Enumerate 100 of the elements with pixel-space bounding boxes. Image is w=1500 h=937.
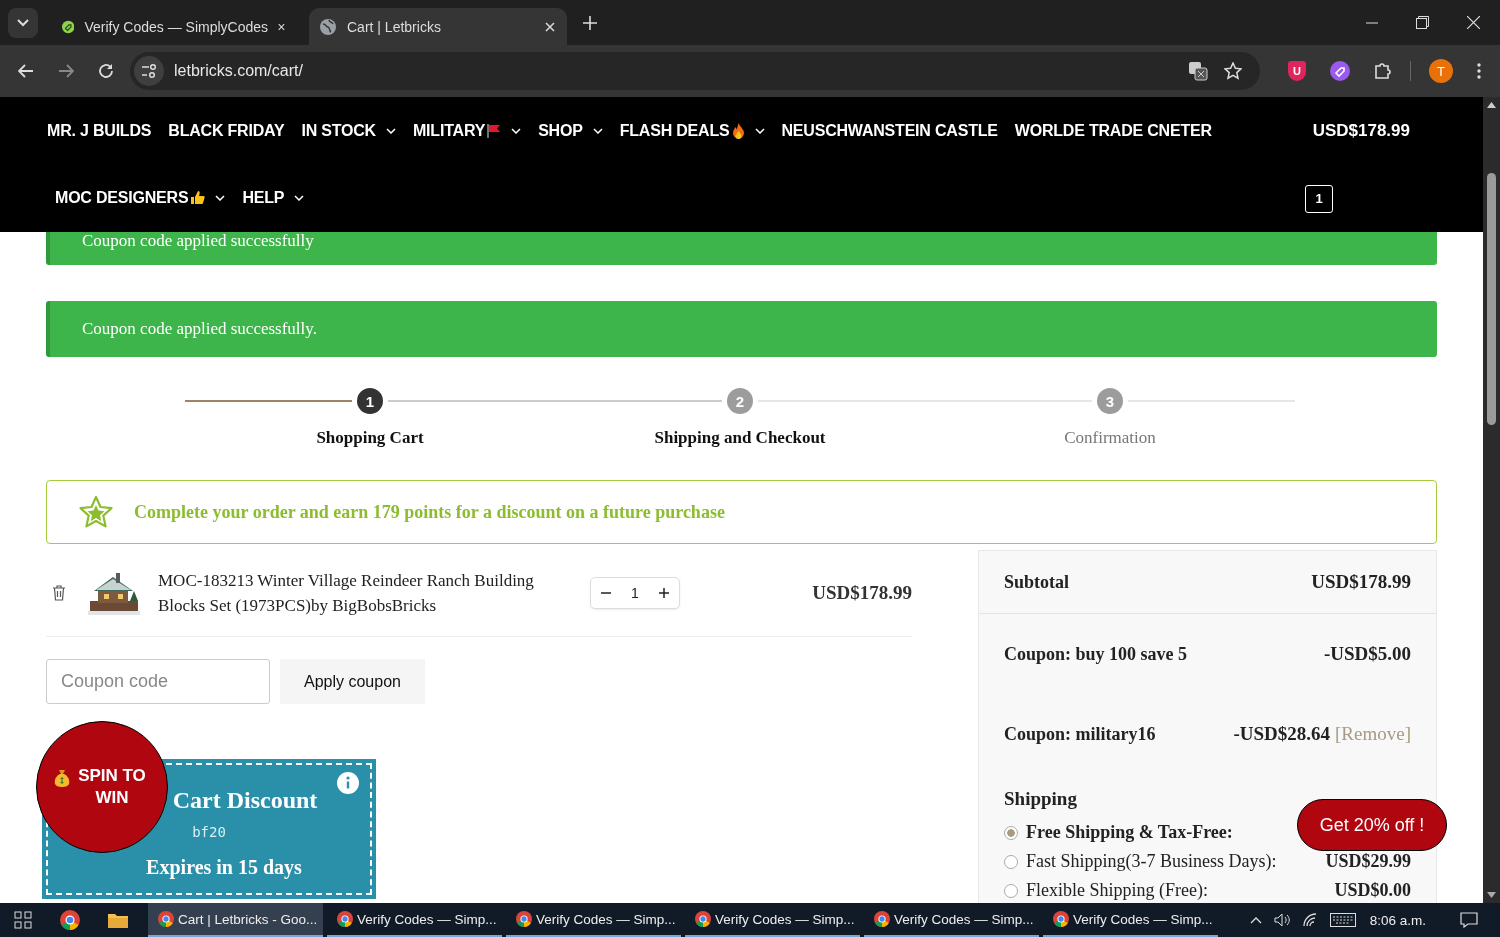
new-tab-icon[interactable] [583,15,597,30]
taskbar-window[interactable]: Verify Codes — Simp... [506,903,681,937]
radio-button[interactable] [1004,883,1018,898]
shipping-option[interactable]: Flexible Shipping (Free): [1026,880,1208,901]
shopping-bag-button[interactable]: 1 [1305,184,1333,213]
step-number: 3 [1097,388,1123,414]
chevron-down-icon[interactable] [592,127,603,134]
chrome-icon [695,911,711,927]
folder-icon[interactable] [108,912,128,928]
tag-extension-icon[interactable] [1330,61,1350,81]
chevron-down-icon[interactable] [754,127,765,134]
money-bag-icon [54,769,70,787]
flame-icon [731,122,745,139]
coupon-amount: -USD$28.64 [1233,723,1330,745]
coupon-label: Coupon: military16 [1004,722,1157,746]
trash-icon[interactable] [52,585,66,601]
keyboard-icon[interactable] [1329,913,1356,927]
chevron-down-icon[interactable] [294,194,305,201]
nav-link[interactable]: WORLDE TRADE CNETER [1014,121,1212,140]
step-number: 2 [727,388,753,414]
address-bar[interactable]: letbricks.com/cart/ [130,52,1260,90]
points-message: Complete your order and earn 179 points for a discount on a future purchase [134,501,725,523]
coupon-field[interactable]: Coupon code [46,659,270,704]
radio-button[interactable] [1004,825,1018,840]
chrome-icon [337,911,353,927]
shipping-option[interactable]: Free Shipping & Tax-Free: [1026,822,1233,843]
taskbar-window[interactable]: Verify Codes — Simp... [864,903,1039,937]
browser-tab[interactable]: Verify Codes — SimplyCodes [52,8,297,45]
chevron-down-icon [17,18,29,27]
scroll-up-icon[interactable] [1487,102,1496,108]
site-settings-icon[interactable] [134,56,164,86]
step-number: 1 [357,388,383,414]
minimize-icon[interactable] [1366,21,1378,24]
discount-title: Cart Discount [172,787,318,814]
clock[interactable]: 8:06 a.m. [1369,912,1426,928]
chevron-up-icon[interactable] [1249,916,1262,924]
star-icon[interactable] [1224,62,1242,80]
speaker-icon[interactable] [1273,913,1290,927]
taskbar-window[interactable]: Verify Codes — Simp... [327,903,502,937]
nav-link[interactable]: BLACK FRIDAY [168,121,285,140]
restore-icon[interactable] [1416,16,1429,29]
shipping-price: USD$0.00 [1334,880,1411,901]
nav-link[interactable]: IN STOCK [301,121,376,140]
shipping-price: USD$29.99 [1325,851,1411,872]
minus-icon[interactable] [601,592,612,594]
discount-code: bf20 [192,824,226,840]
nav-link[interactable]: MR. J BUILDS [47,121,152,140]
taskbar-window[interactable]: Cart | Letbricks - Goo... [148,903,323,937]
discount-popup-button[interactable]: Get 20% off ! [1297,799,1447,851]
taskbar-window[interactable]: Verify Codes — Simp... [1043,903,1218,937]
summary-label: Subtotal [1004,571,1070,593]
close-icon[interactable] [1467,16,1480,29]
notification-icon[interactable] [1460,912,1478,928]
reload-icon[interactable] [98,63,114,79]
nav-link[interactable]: FLASH DEALS [619,121,730,140]
puzzle-icon[interactable] [1374,62,1392,80]
wifi-icon[interactable] [1301,913,1318,927]
chrome-icon [874,911,890,927]
back-arrow-icon[interactable] [18,64,34,78]
discount-expiry: Expires in 15 days [146,856,302,878]
flag-icon [487,123,502,138]
info-icon[interactable] [337,772,359,794]
chevron-down-icon[interactable] [511,127,522,134]
chevron-down-icon[interactable] [385,127,396,134]
scroll-down-icon[interactable] [1487,892,1496,898]
step-label: Shopping Cart [316,428,424,448]
star-icon [78,495,114,529]
cart-total[interactable]: USD$178.99 [1312,120,1410,141]
browser-tab[interactable]: Cart | Letbricks [309,8,567,45]
menu-icon[interactable] [1477,63,1481,79]
shipping-option[interactable]: Fast Shipping(3-7 Business Days): [1026,851,1277,872]
chrome-icon [516,911,532,927]
radio-button[interactable] [1004,854,1018,869]
quantity-stepper[interactable]: 1 [590,577,680,609]
taskbar-window[interactable]: Verify Codes — Simp... [685,903,860,937]
globe-icon [319,17,337,36]
nav-link[interactable]: MOC DESIGNERS [55,188,189,207]
close-icon[interactable] [278,21,285,32]
nav-link[interactable]: HELP [242,188,285,207]
coupon-amount: -USD$5.00 [1323,643,1411,665]
apply-coupon-button[interactable]: Apply coupon [280,659,425,704]
translate-icon[interactable] [1188,61,1208,81]
nav-link[interactable]: NEUSCHWANSTEIN CASTLE [781,121,998,140]
thumbs-up-icon [190,190,206,205]
spin-to-win-button[interactable]: SPIN TO WIN [36,721,168,853]
chevron-down-icon[interactable] [215,194,226,201]
close-icon[interactable] [545,21,555,32]
product-name[interactable]: MOC-183213 Winter Village Reindeer Ranch Building Blocks Set (1973PCS)by BigBobsBricks [158,568,558,618]
tab-search-button[interactable] [8,7,38,38]
task-view-icon[interactable] [14,911,32,929]
scrollbar-thumb[interactable] [1487,173,1496,425]
nav-link[interactable]: SHOP [538,121,583,140]
plus-icon[interactable] [658,588,669,598]
chrome-icon [158,911,174,927]
nav-link[interactable]: MILITARY [412,121,486,140]
success-notice: Coupon code applied successfully. [46,301,1437,357]
extension-shield-icon[interactable]: U [1288,61,1306,81]
forward-arrow-icon[interactable] [58,64,74,78]
chrome-icon[interactable] [60,910,80,930]
coupon-label: Coupon: buy 100 save 5 [1004,642,1189,666]
